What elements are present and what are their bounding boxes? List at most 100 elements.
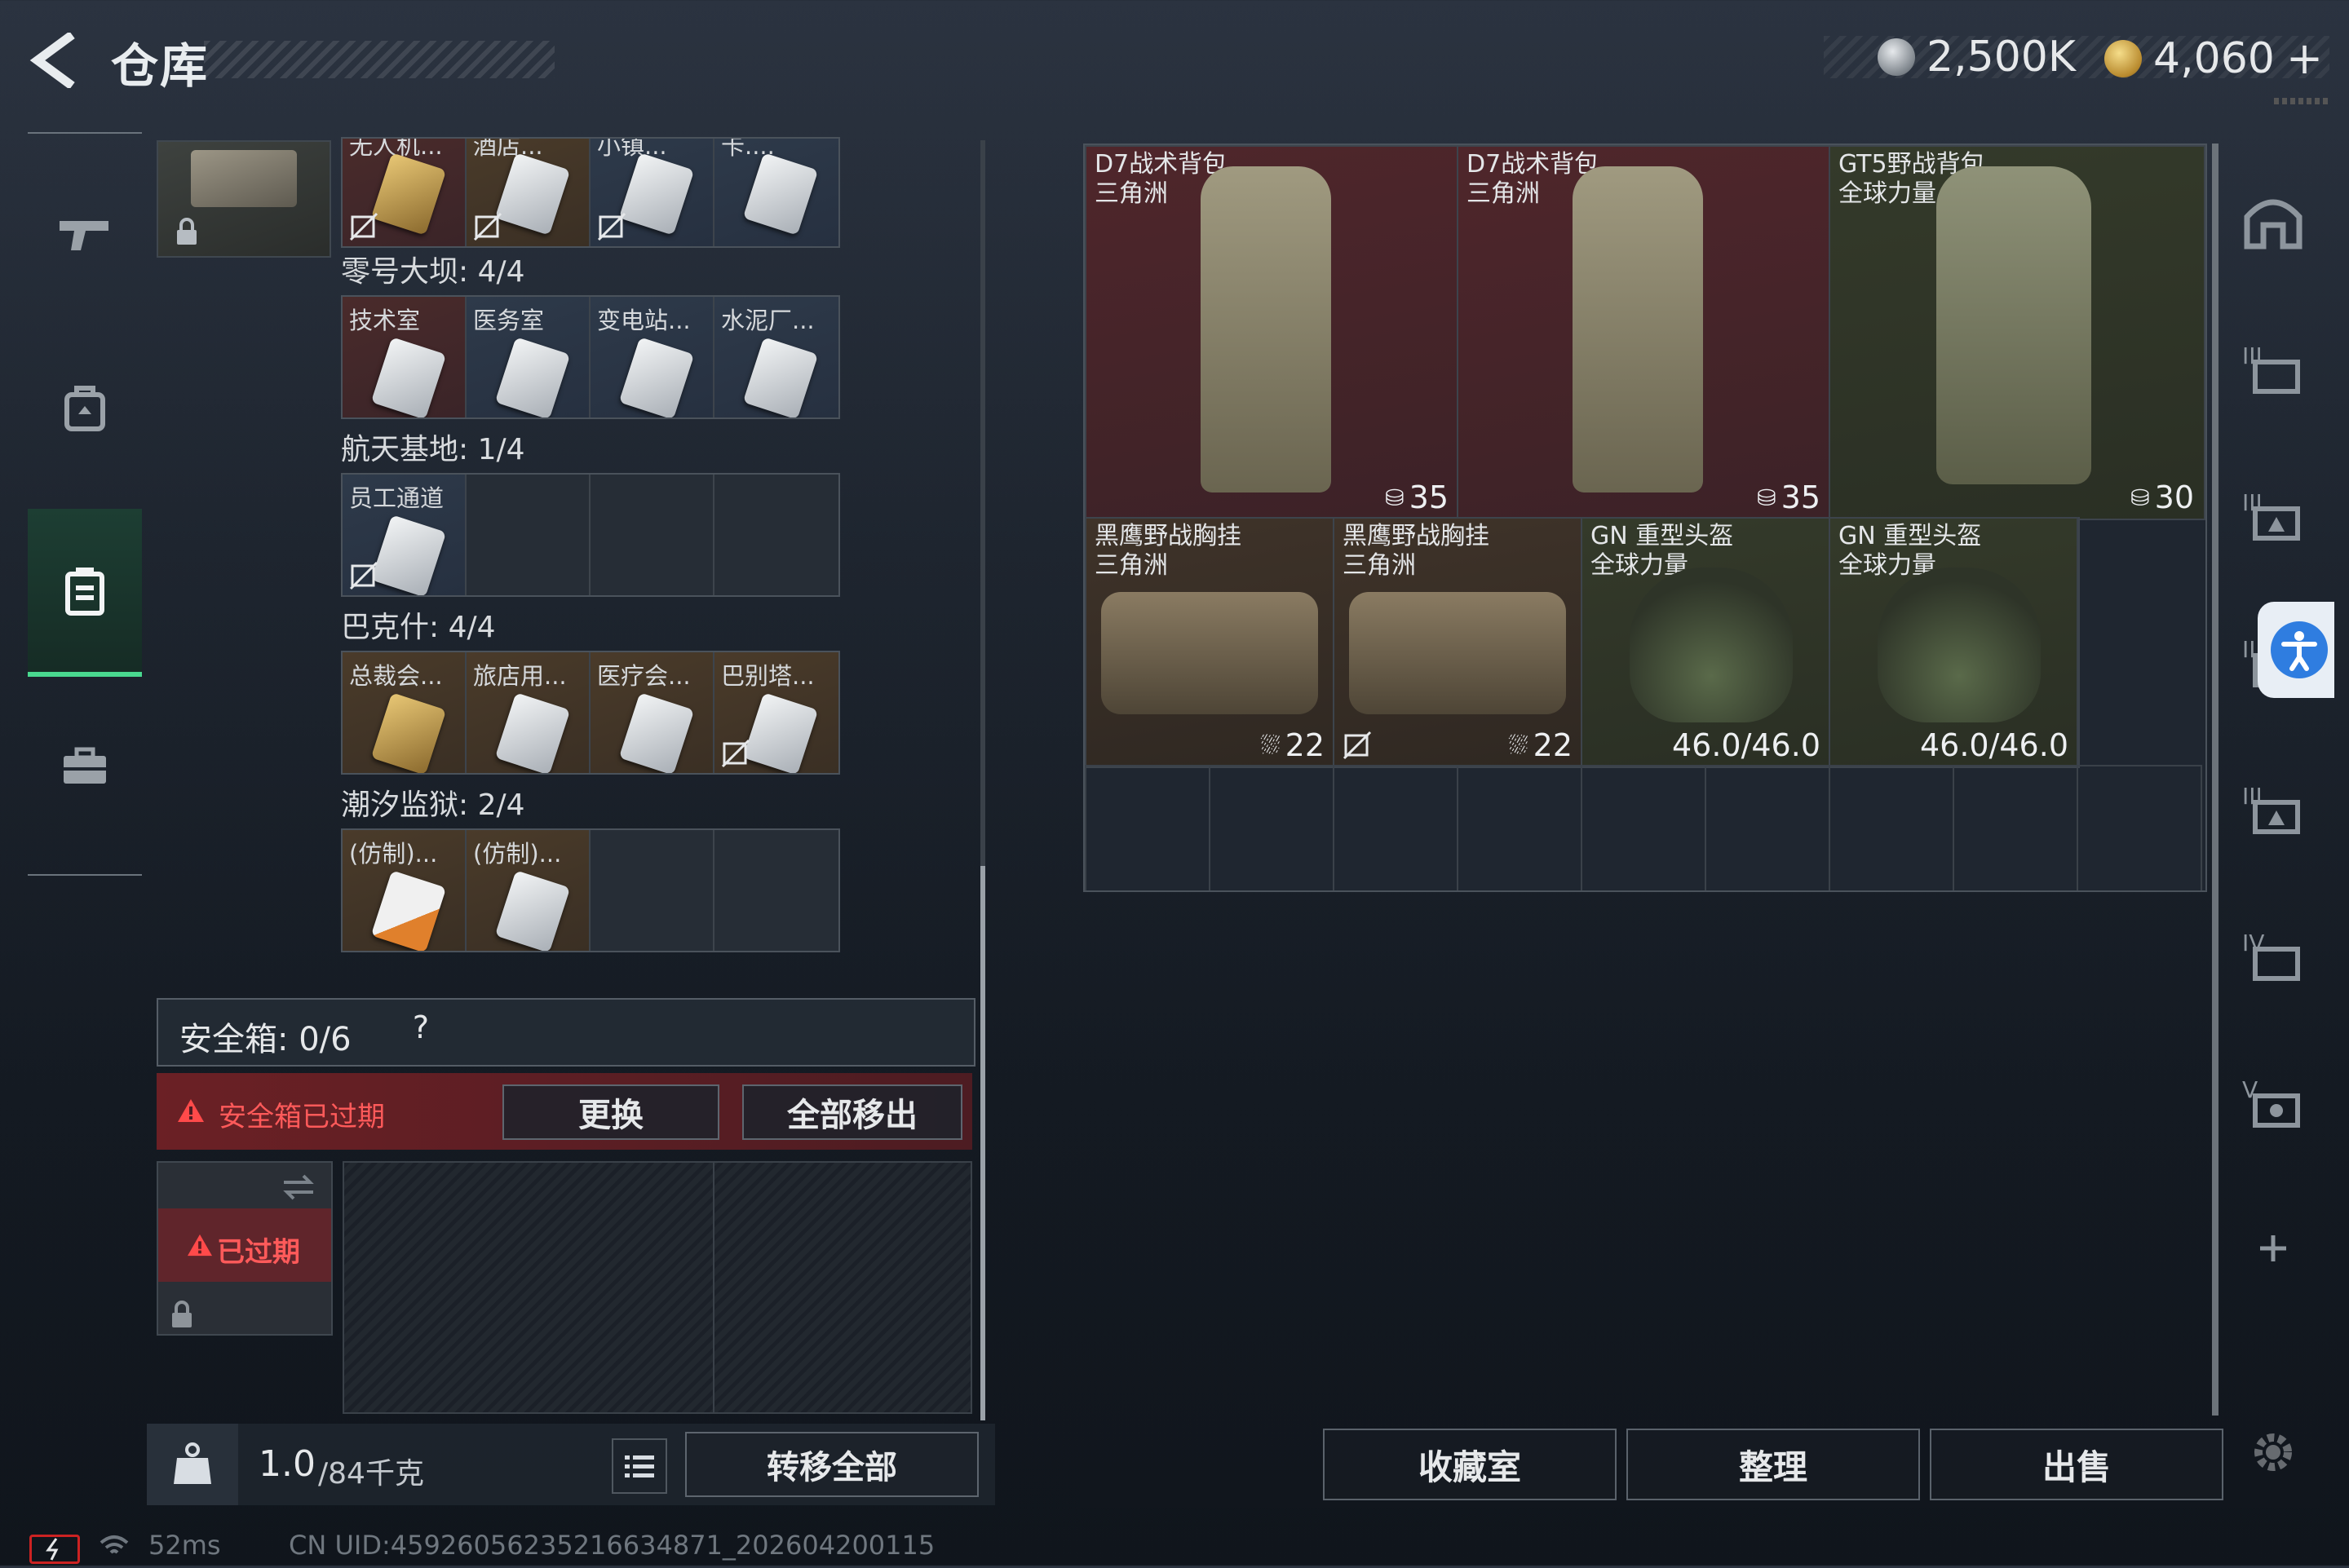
case-icon[interactable] — [28, 685, 142, 848]
key-slot[interactable]: 无人机... — [343, 139, 467, 246]
transfer-all-button[interactable]: 转移全部 — [685, 1432, 979, 1497]
empty-slot[interactable] — [591, 830, 714, 951]
group-title: 航天基地: 1/4 — [341, 433, 525, 466]
empty-slot[interactable] — [714, 830, 838, 951]
weight-icon — [147, 1424, 238, 1505]
weight-current: 1.0 — [259, 1443, 316, 1485]
currency-2-add[interactable]: + — [2286, 33, 2323, 84]
warning-icon — [188, 1234, 212, 1257]
storage-5-icon[interactable]: V — [2228, 1057, 2318, 1146]
chest-rig-image — [1349, 592, 1566, 714]
key-slot[interactable]: 卡.... — [714, 139, 838, 246]
remove-all-button[interactable]: 全部移出 — [742, 1084, 962, 1140]
group-title: 巴克什: 4/4 — [341, 611, 496, 644]
safe-box-expired-bar: 安全箱已过期 更换 全部移出 — [157, 1073, 972, 1150]
item-capacity: ⛁ 35 — [1385, 479, 1449, 515]
lock-icon — [172, 1301, 192, 1327]
capacity-value: 35 — [1409, 479, 1449, 515]
key-slot[interactable]: 员工通道 — [343, 475, 467, 595]
empty-slot[interactable] — [714, 475, 838, 595]
storage-item[interactable]: D7战术背包 三角洲 ⛁ 35 — [1085, 145, 1460, 520]
safe-box-slot[interactable]: 已过期 — [157, 1161, 333, 1336]
organize-button[interactable]: 整理 — [1626, 1429, 1920, 1500]
key-label: 巴别塔... — [721, 662, 815, 690]
storage-item[interactable]: 黑鹰野战胸挂 三角洲 ⛆ 22 — [1085, 517, 1336, 768]
safe-box-grid[interactable] — [343, 1161, 972, 1414]
accessibility-button[interactable] — [2258, 602, 2334, 698]
list-icon[interactable] — [612, 1438, 667, 1494]
item-capacity: ⛁ 30 — [2130, 479, 2194, 515]
empty-storage-row[interactable] — [1085, 765, 2202, 890]
key-slot[interactable]: 小镇... — [591, 139, 714, 246]
weapon-icon[interactable] — [28, 153, 142, 316]
replace-button[interactable]: 更换 — [502, 1084, 719, 1140]
item-name: D7战术背包 — [1466, 150, 1599, 179]
backpack-image — [1201, 166, 1331, 492]
collection-room-button[interactable]: 收藏室 — [1323, 1429, 1617, 1500]
stash-scrollbar[interactable] — [980, 140, 985, 1420]
storage-item[interactable]: D7战术背包 三角洲 ⛁ 35 — [1457, 145, 1832, 520]
expired-badge: 已过期 — [217, 1236, 300, 1269]
accessibility-icon — [2271, 621, 2328, 678]
key-slot[interactable]: 巴别塔... — [714, 652, 838, 773]
currency-2[interactable]: 4,060 + — [2104, 33, 2323, 84]
storage-item[interactable]: GT5野战背包 全球力量 ⛁ 30 — [1829, 145, 2205, 520]
backpack-icon[interactable] — [28, 509, 142, 677]
silver-coin-icon — [1878, 38, 1915, 76]
key-card-icon — [370, 870, 447, 951]
key-case-container[interactable] — [157, 140, 331, 258]
sell-button[interactable]: 出售 — [1930, 1429, 2223, 1500]
empty-slot[interactable] — [467, 475, 591, 595]
top-key-row: 无人机... 酒店... 小镇... 卡.... — [341, 137, 840, 248]
safe-box-header: 安全箱: 0/6 ? — [157, 998, 975, 1067]
key-slot[interactable]: 技术室 — [343, 297, 467, 417]
capacity-icon: ⛁ — [2130, 484, 2150, 511]
storage-item[interactable]: GN 重型头盔 全球力量 46.0/46.0 — [1829, 517, 2080, 768]
key-slot[interactable]: 水泥厂... — [714, 297, 838, 417]
empty-storage-cell[interactable] — [2077, 517, 2204, 765]
home-icon[interactable] — [2228, 176, 2318, 266]
storage-4-icon[interactable]: IV — [2228, 910, 2318, 1000]
currency-1[interactable]: 2,500K — [1878, 33, 2076, 82]
key-slot[interactable]: 医疗会... — [591, 652, 714, 773]
scrollbar-thumb[interactable] — [980, 866, 985, 1420]
storage-item[interactable]: 黑鹰野战胸挂 三角洲 ⛆ 22 — [1333, 517, 1584, 768]
no-trade-icon — [721, 739, 750, 768]
swap-icon[interactable] — [281, 1173, 316, 1202]
empty-slot[interactable] — [591, 475, 714, 595]
armor-icon[interactable] — [28, 328, 142, 491]
item-origin: 三角洲 — [1343, 551, 1416, 580]
key-slot[interactable]: 旅店用... — [467, 652, 591, 773]
gold-coin-icon — [2104, 39, 2142, 77]
svg-text:III: III — [2242, 489, 2263, 516]
key-card-icon — [370, 692, 447, 773]
no-trade-icon — [473, 212, 502, 241]
key-card-icon — [370, 152, 447, 236]
key-slot[interactable]: 总裁会... — [343, 652, 467, 773]
item-capacity: ⛆ 22 — [1509, 727, 1573, 763]
storage-3d-icon[interactable]: III — [2228, 763, 2318, 853]
key-grid: 员工通道 — [341, 473, 840, 597]
add-storage-icon[interactable] — [2228, 1204, 2318, 1293]
right-storage-nav: III III III III IV V — [2212, 144, 2334, 1471]
back-arrow-icon[interactable] — [28, 31, 77, 90]
storage-3-icon[interactable]: III — [2228, 323, 2318, 413]
key-slot[interactable]: (仿制)... — [343, 830, 467, 951]
key-slot[interactable]: 变电站... — [591, 297, 714, 417]
key-slot[interactable]: 医务室 — [467, 297, 591, 417]
storage-3b-icon[interactable]: III — [2228, 470, 2318, 559]
currency-2-value: 4,060 — [2153, 33, 2275, 83]
page-title: 仓库 — [111, 38, 210, 94]
right-nav-divider — [2212, 144, 2218, 1416]
help-icon[interactable]: ? — [403, 1009, 439, 1045]
weight-max: /84千克 — [318, 1457, 424, 1491]
key-label: 变电站... — [597, 307, 691, 334]
key-slot[interactable]: 酒店... — [467, 139, 591, 246]
key-grid: 总裁会... 旅店用... 医疗会... 巴别塔... — [341, 651, 840, 775]
no-trade-icon — [349, 561, 378, 590]
capacity-value: 22 — [1285, 727, 1325, 763]
key-slot[interactable]: (仿制)... — [467, 830, 591, 951]
top-bar: 仓库 2,500K 4,060 + — [0, 0, 2349, 122]
key-label: 医疗会... — [597, 662, 691, 690]
storage-item[interactable]: GN 重型头盔 全球力量 46.0/46.0 — [1581, 517, 1832, 768]
